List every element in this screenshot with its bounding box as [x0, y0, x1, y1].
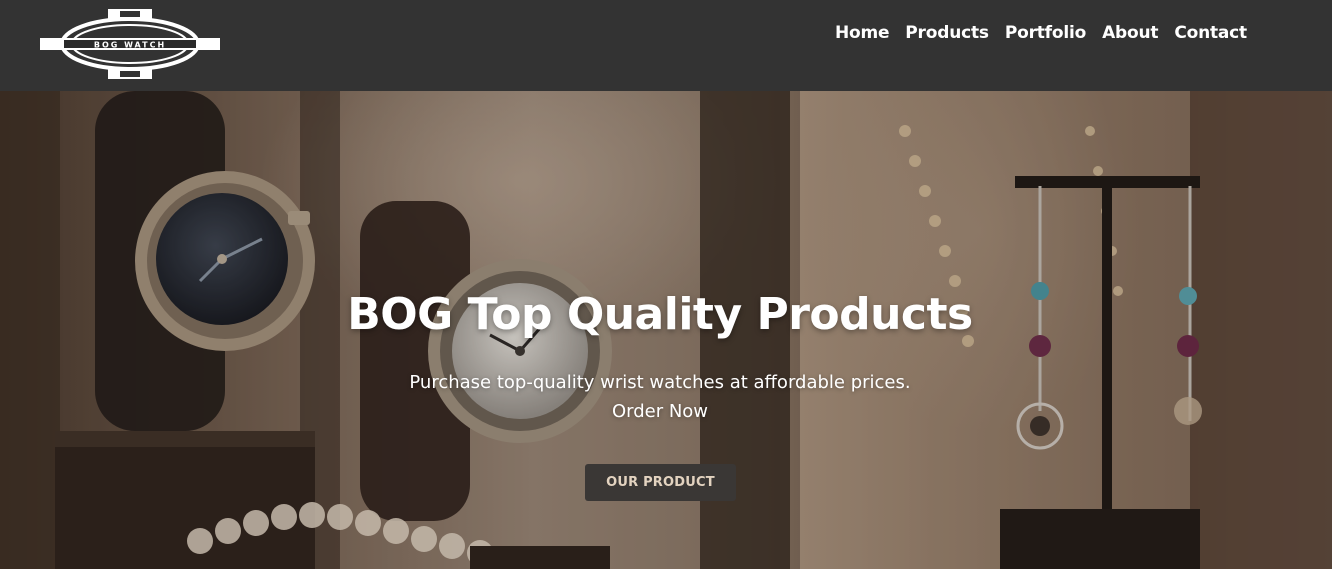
hero-subtitle-line1: Purchase top-quality wrist watches at af…: [409, 372, 911, 393]
nav-about[interactable]: About: [1102, 23, 1158, 43]
brand-logo[interactable]: BOG WATCH: [40, 9, 220, 79]
nav-contact[interactable]: Contact: [1174, 23, 1247, 43]
hero-subtitle-line2: Order Now: [611, 401, 709, 422]
nav-portfolio[interactable]: Portfolio: [1005, 23, 1086, 43]
hero-section: BOG Top Quality Products Purchase top-qu…: [0, 91, 1332, 569]
nav-products[interactable]: Products: [905, 23, 989, 43]
main-nav: Home Products Portfolio About Contact: [835, 23, 1247, 43]
our-product-button[interactable]: OUR PRODUCT: [585, 464, 736, 501]
nav-home[interactable]: Home: [835, 23, 890, 43]
navbar: BOG WATCH Home Products Portfolio About …: [0, 0, 1332, 91]
hero-title: BOG Top Quality Products: [347, 289, 973, 340]
watch-logo-icon: BOG WATCH: [40, 9, 220, 79]
logo-text: BOG WATCH: [94, 41, 166, 50]
hero-subtitle: Purchase top-quality wrist watches at af…: [0, 368, 1320, 426]
